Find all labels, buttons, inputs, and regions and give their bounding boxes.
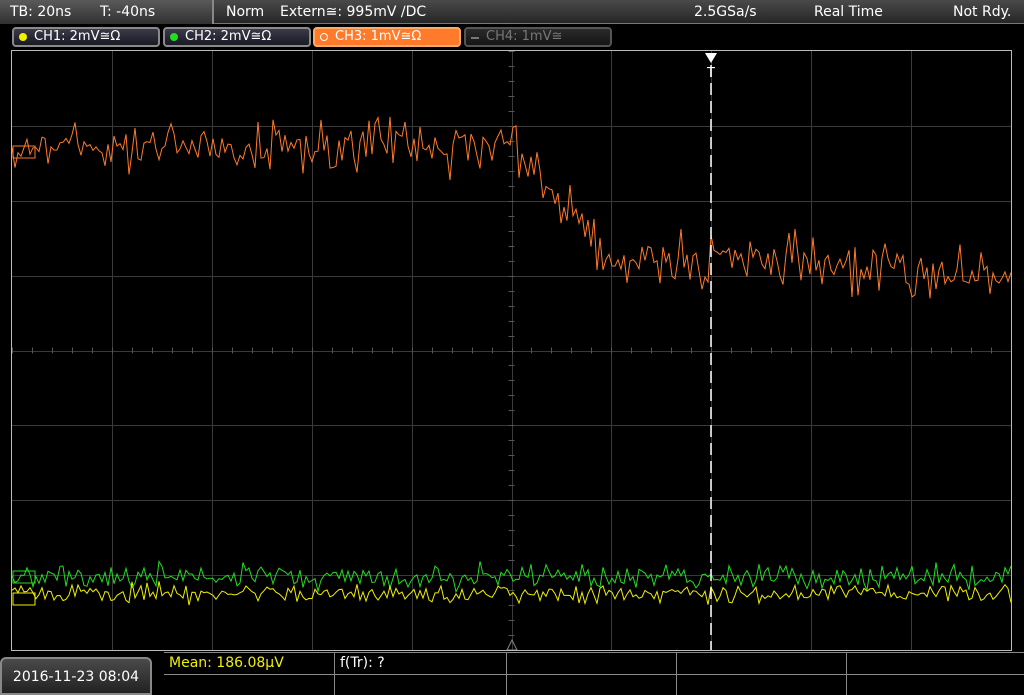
measurement-slot-6[interactable]	[164, 674, 334, 695]
channel-4-button[interactable]: CH4: 1mV≅	[464, 27, 612, 47]
measurement-slot-3[interactable]	[506, 653, 676, 674]
channel-3-trace	[12, 115, 1011, 299]
channel-1-offset-marker[interactable]	[12, 592, 36, 606]
measurement-slot-7[interactable]	[334, 674, 506, 695]
acquisition-mode-label[interactable]: Real Time	[814, 0, 883, 24]
measurement-slot-8[interactable]	[506, 674, 676, 695]
date-time-display: 2016-11-23 08:04	[0, 657, 152, 695]
status-bar: TB: 20ns T: -40ns Norm Extern≅: 995mV ∕D…	[0, 0, 1024, 24]
channel-2-trace	[12, 559, 1011, 594]
channel-3-label: CH3: 1mV≅Ω	[335, 29, 422, 44]
mean-measurement[interactable]: Mean: 186.08µV	[164, 653, 334, 674]
channel-4-indicator-icon	[471, 37, 479, 39]
measurement-panel: Mean: 186.08µV f(Tr): ?	[164, 652, 1024, 695]
trigger-position-icon[interactable]	[705, 53, 717, 63]
channel-1-label: CH1: 2mV≅Ω	[34, 29, 121, 44]
channel-1-indicator-icon	[19, 33, 27, 41]
channel-2-button[interactable]: CH2: 2mV≅Ω	[163, 27, 311, 47]
channel-3-button[interactable]: CH3: 1mV≅Ω	[313, 27, 461, 47]
timebase-label: TB: 20ns	[10, 4, 72, 20]
measurement-slot-4[interactable]	[676, 653, 846, 674]
channel-bar: CH1: 2mV≅Ω CH2: 2mV≅Ω CH3: 1mV≅Ω CH4: 1m…	[0, 24, 1024, 50]
measurement-slot-9[interactable]	[676, 674, 846, 695]
waveform-display[interactable]: T	[11, 50, 1012, 651]
frequency-measurement[interactable]: f(Tr): ?	[334, 653, 506, 674]
channel-1-trace	[12, 581, 1011, 606]
horizontal-settings[interactable]: TB: 20ns T: -40ns	[0, 0, 214, 24]
channel-2-label: CH2: 2mV≅Ω	[185, 29, 272, 44]
sample-rate-label[interactable]: 2.5GSa/s	[694, 0, 757, 24]
channel-2-indicator-icon	[170, 33, 178, 41]
trigger-offset-label: T: -40ns	[100, 4, 156, 20]
trigger-mode-label[interactable]: Norm	[226, 0, 264, 24]
channel-4-label: CH4: 1mV≅	[486, 29, 563, 44]
run-status-label: Not Rdy.	[953, 4, 1012, 20]
measurement-slot-5[interactable]	[846, 653, 1024, 674]
waveform-grid: T	[12, 51, 1011, 650]
measurement-slot-10[interactable]	[846, 674, 1024, 695]
trigger-marker-label: T	[706, 66, 715, 81]
channel-1-button[interactable]: CH1: 2mV≅Ω	[12, 27, 160, 47]
trigger-source-label[interactable]: Extern≅: 995mV ∕DC	[280, 0, 426, 24]
channel-3-indicator-icon	[320, 33, 328, 41]
